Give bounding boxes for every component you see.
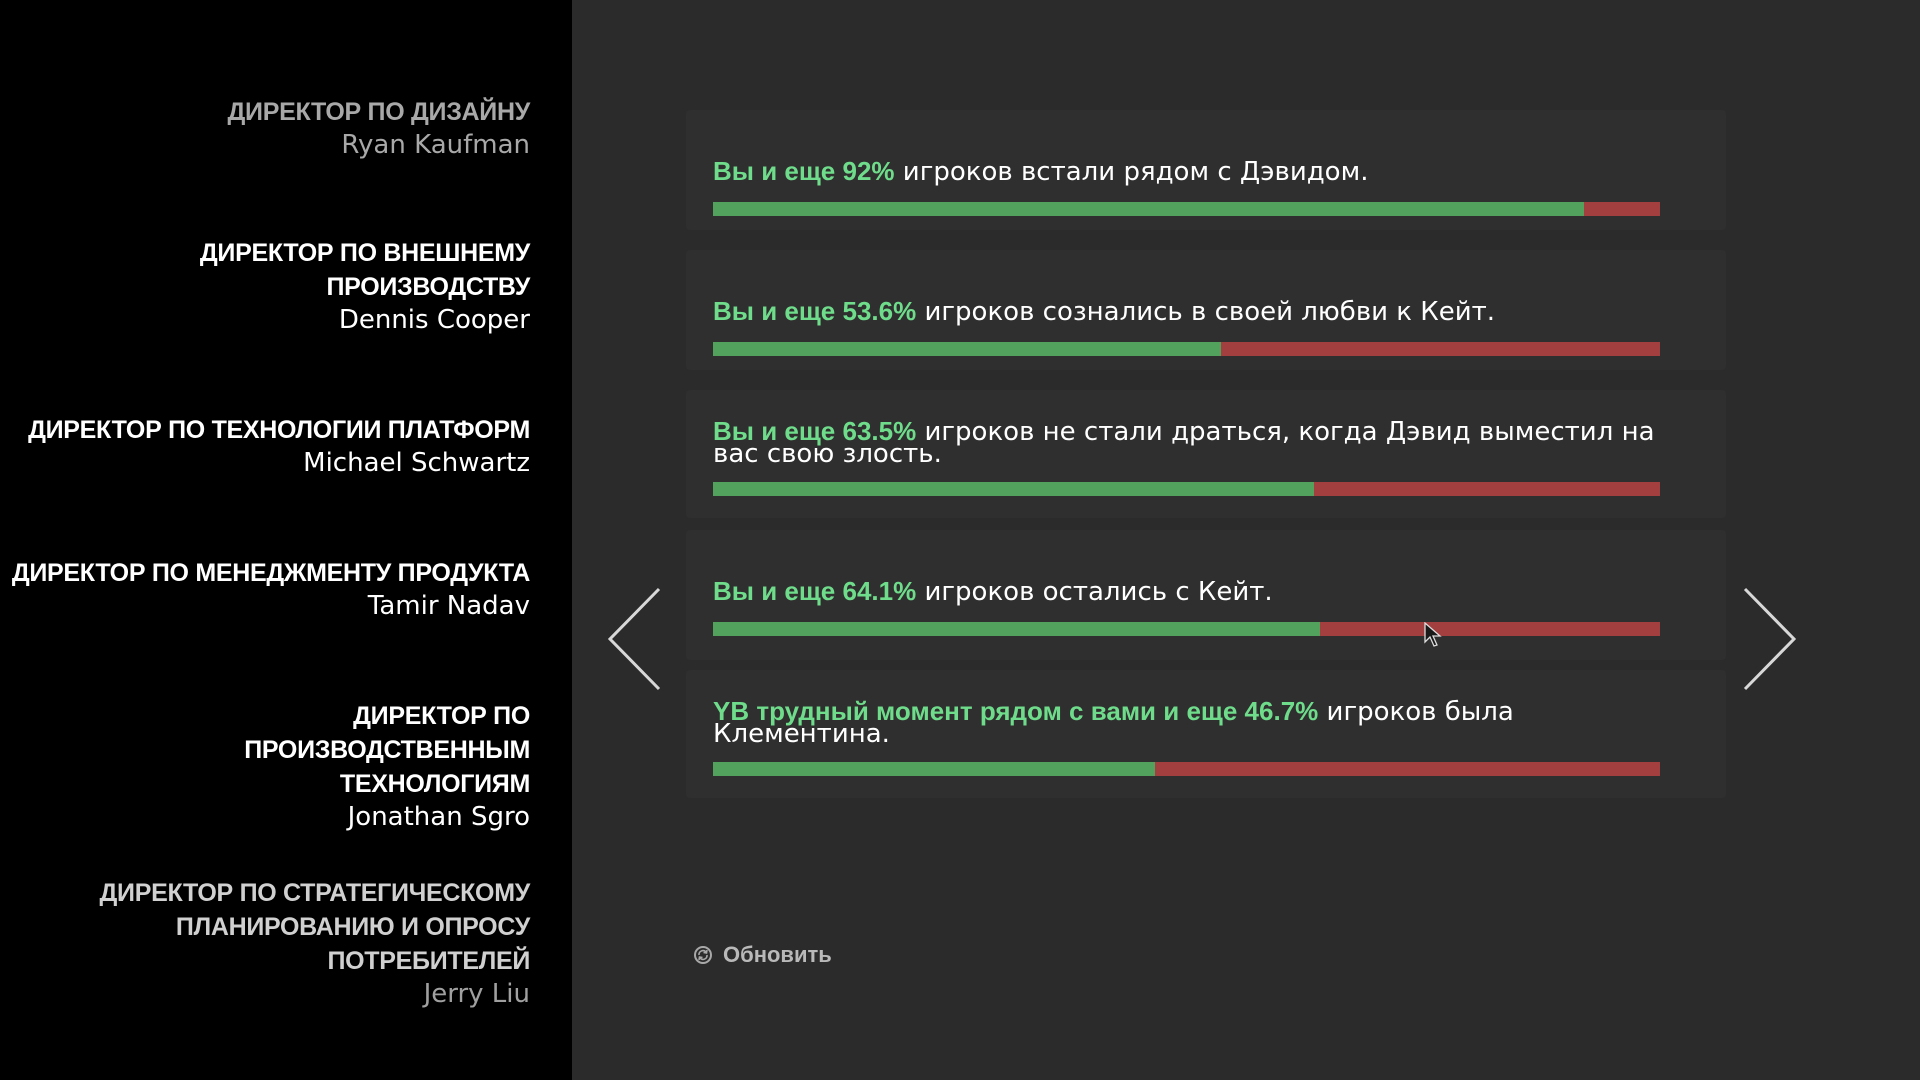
- chevron-left-icon: [607, 587, 661, 691]
- stat-card: Вы и еще 63.5% игроков не стали драться,…: [686, 390, 1726, 518]
- stat-bar-fill: [713, 342, 1221, 356]
- stat-highlight: Вы и еще 64.1%: [713, 576, 917, 606]
- stat-text: Вы и еще 92% игроков встали рядом с Дэви…: [713, 158, 1666, 185]
- stat-description: игроков встали рядом с Дэвидом.: [894, 157, 1369, 187]
- stat-highlight: Вы и еще 53.6%: [713, 296, 917, 326]
- stat-card: Вы и еще 64.1% игроков остались с Кейт.: [686, 530, 1726, 660]
- refresh-button[interactable]: Обновить: [693, 940, 832, 970]
- stat-bar-fill: [713, 482, 1315, 496]
- stat-bar-fill: [713, 622, 1321, 636]
- stat-bar: [713, 622, 1660, 636]
- stat-bar: [713, 342, 1660, 356]
- mouse-cursor-icon: [1424, 622, 1442, 647]
- stat-highlight: Вы и еще 92%: [713, 156, 895, 186]
- choice-stats: Вы и еще 92% игроков встали рядом с Дэви…: [0, 0, 1920, 1080]
- stat-card: Вы и еще 53.6% игроков сознались в своей…: [686, 250, 1726, 370]
- stat-card: Вы и еще 92% игроков встали рядом с Дэви…: [686, 110, 1726, 230]
- stat-bar: [713, 482, 1660, 496]
- refresh-label: Обновить: [723, 942, 832, 967]
- stat-description: игроков сознались в своей любви к Кейт.: [916, 297, 1496, 327]
- previous-page-button[interactable]: [606, 586, 662, 692]
- stat-text: Вы и еще 64.1% игроков остались с Кейт.: [713, 578, 1666, 605]
- stat-bar: [713, 202, 1660, 216]
- stat-text: Вы и еще 53.6% игроков сознались в своей…: [713, 298, 1666, 325]
- next-page-button[interactable]: [1742, 586, 1798, 692]
- stat-description: игроков остались с Кейт.: [916, 577, 1273, 607]
- stat-text: YВ трудный момент рядом с вами и еще 46.…: [713, 698, 1666, 747]
- stat-bar: [713, 762, 1660, 776]
- refresh-icon: [694, 946, 712, 964]
- chevron-right-icon: [1743, 587, 1797, 691]
- stat-card: YВ трудный момент рядом с вами и еще 46.…: [686, 670, 1726, 798]
- stat-bar-fill: [713, 202, 1585, 216]
- stat-bar-fill: [713, 762, 1156, 776]
- stat-text: Вы и еще 63.5% игроков не стали драться,…: [713, 418, 1666, 467]
